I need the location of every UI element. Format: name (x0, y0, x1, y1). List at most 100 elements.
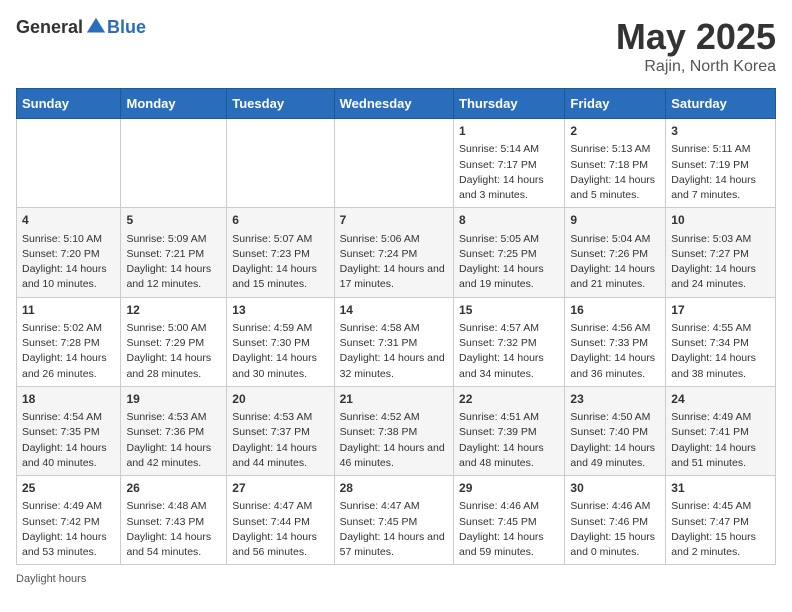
calendar-cell: 5 Sunrise: 5:09 AM Sunset: 7:21 PM Daylig… (121, 208, 227, 297)
calendar-cell (334, 119, 453, 208)
calendar-cell: 24Sunrise: 4:49 AM Sunset: 7:41 PM Dayli… (666, 386, 776, 475)
day-info: Sunrise: 5:00 AM Sunset: 7:29 PM Dayligh… (126, 321, 221, 382)
calendar-cell: 15Sunrise: 4:57 AM Sunset: 7:32 PM Dayli… (454, 297, 565, 386)
day-number: 7 (340, 212, 448, 229)
day-number: 4 (22, 212, 115, 229)
day-number: 29 (459, 480, 559, 497)
calendar-cell: 2 Sunrise: 5:13 AM Sunset: 7:18 PM Daylig… (565, 119, 666, 208)
day-info: Sunrise: 4:55 AM Sunset: 7:34 PM Dayligh… (671, 321, 770, 382)
calendar-cell: 17 Sunrise: 4:55 AM Sunset: 7:34 PM Dayli… (666, 297, 776, 386)
day-number: 12 (126, 302, 221, 319)
day-info: Sunrise: 4:51 AM Sunset: 7:39 PM Dayligh… (459, 410, 559, 471)
day-info: Sunrise: 4:53 AM Sunset: 7:37 PM Dayligh… (232, 410, 328, 471)
calendar-cell: 27 Sunrise: 4:47 AM Sunset: 7:44 PM Dayli… (227, 476, 334, 565)
day-info: Sunrise: 5:03 AM Sunset: 7:27 PM Dayligh… (671, 232, 770, 293)
day-info: Sunrise: 5:11 AM Sunset: 7:19 PM Dayligh… (671, 142, 770, 203)
day-info: Sunrise: 4:45 AM Sunset: 7:47 PM Dayligh… (671, 499, 770, 560)
day-info: Sunrise: 4:53 AM Sunset: 7:36 PM Dayligh… (126, 410, 221, 471)
calendar-cell: 8 Sunrise: 5:05 AM Sunset: 7:25 PM Daylig… (454, 208, 565, 297)
column-header-friday: Friday (565, 89, 666, 119)
calendar-cell: 20 Sunrise: 4:53 AM Sunset: 7:37 PM Dayli… (227, 386, 334, 475)
calendar-table: SundayMondayTuesdayWednesdayThursdayFrid… (16, 88, 776, 565)
calendar-cell: 26 Sunrise: 4:48 AM Sunset: 7:43 PM Dayli… (121, 476, 227, 565)
column-header-wednesday: Wednesday (334, 89, 453, 119)
day-info: Sunrise: 4:49 AM Sunset: 7:42 PM Dayligh… (22, 499, 115, 560)
day-info: Sunrise: 4:52 AM Sunset: 7:38 PM Dayligh… (340, 410, 448, 471)
day-info: Sunrise: 5:09 AM Sunset: 7:21 PM Dayligh… (126, 232, 221, 293)
day-number: 3 (671, 123, 770, 140)
day-info: Sunrise: 4:59 AM Sunset: 7:30 PM Dayligh… (232, 321, 328, 382)
day-number: 9 (570, 212, 660, 229)
day-number: 24 (671, 391, 770, 408)
calendar-week-row: 25 Sunrise: 4:49 AM Sunset: 7:42 PM Dayli… (17, 476, 776, 565)
day-number: 8 (459, 212, 559, 229)
day-info: Sunrise: 4:54 AM Sunset: 7:35 PM Dayligh… (22, 410, 115, 471)
calendar-cell (121, 119, 227, 208)
calendar-cell: 22 Sunrise: 4:51 AM Sunset: 7:39 PM Dayli… (454, 386, 565, 475)
day-number: 18 (22, 391, 115, 408)
day-info: Sunrise: 5:05 AM Sunset: 7:25 PM Dayligh… (459, 232, 559, 293)
day-info: Sunrise: 5:04 AM Sunset: 7:26 PM Dayligh… (570, 232, 660, 293)
calendar-cell: 16Sunrise: 4:56 AM Sunset: 7:33 PM Dayli… (565, 297, 666, 386)
day-info: Sunrise: 4:47 AM Sunset: 7:44 PM Dayligh… (232, 499, 328, 560)
calendar-cell: 1 Sunrise: 5:14 AM Sunset: 7:17 PM Daylig… (454, 119, 565, 208)
day-info: Sunrise: 5:14 AM Sunset: 7:17 PM Dayligh… (459, 142, 559, 203)
day-info: Sunrise: 5:07 AM Sunset: 7:23 PM Dayligh… (232, 232, 328, 293)
day-number: 26 (126, 480, 221, 497)
day-number: 13 (232, 302, 328, 319)
day-number: 15 (459, 302, 559, 319)
calendar-cell: 21Sunrise: 4:52 AM Sunset: 7:38 PM Dayli… (334, 386, 453, 475)
calendar-cell: 25 Sunrise: 4:49 AM Sunset: 7:42 PM Dayli… (17, 476, 121, 565)
calendar-cell: 3 Sunrise: 5:11 AM Sunset: 7:19 PM Daylig… (666, 119, 776, 208)
calendar-cell: 30Sunrise: 4:46 AM Sunset: 7:46 PM Dayli… (565, 476, 666, 565)
column-header-tuesday: Tuesday (227, 89, 334, 119)
day-info: Sunrise: 5:06 AM Sunset: 7:24 PM Dayligh… (340, 232, 448, 293)
day-number: 11 (22, 302, 115, 319)
calendar-cell: 19Sunrise: 4:53 AM Sunset: 7:36 PM Dayli… (121, 386, 227, 475)
day-number: 16 (570, 302, 660, 319)
calendar-week-row: 18 Sunrise: 4:54 AM Sunset: 7:35 PM Dayli… (17, 386, 776, 475)
calendar-week-row: 1 Sunrise: 5:14 AM Sunset: 7:17 PM Daylig… (17, 119, 776, 208)
logo-general-text: General (16, 17, 83, 38)
month-title: May 2025 (616, 16, 776, 58)
daylight-label: Daylight hours (16, 573, 86, 585)
calendar-cell: 4Sunrise: 5:10 AM Sunset: 7:20 PM Daylig… (17, 208, 121, 297)
calendar-cell: 9 Sunrise: 5:04 AM Sunset: 7:26 PM Daylig… (565, 208, 666, 297)
calendar-cell: 28Sunrise: 4:47 AM Sunset: 7:45 PM Dayli… (334, 476, 453, 565)
calendar-week-row: 11Sunrise: 5:02 AM Sunset: 7:28 PM Dayli… (17, 297, 776, 386)
page-header: General Blue May 2025 Rajin, North Korea (16, 16, 776, 76)
day-number: 6 (232, 212, 328, 229)
day-info: Sunrise: 4:46 AM Sunset: 7:45 PM Dayligh… (459, 499, 559, 560)
calendar-cell: 10 Sunrise: 5:03 AM Sunset: 7:27 PM Dayli… (666, 208, 776, 297)
calendar-cell: 12 Sunrise: 5:00 AM Sunset: 7:29 PM Dayli… (121, 297, 227, 386)
day-number: 17 (671, 302, 770, 319)
day-number: 1 (459, 123, 559, 140)
day-info: Sunrise: 4:48 AM Sunset: 7:43 PM Dayligh… (126, 499, 221, 560)
day-number: 22 (459, 391, 559, 408)
calendar-cell (17, 119, 121, 208)
day-number: 25 (22, 480, 115, 497)
title-block: May 2025 Rajin, North Korea (616, 16, 776, 76)
footer: Daylight hours (16, 573, 776, 585)
column-header-monday: Monday (121, 89, 227, 119)
day-info: Sunrise: 5:13 AM Sunset: 7:18 PM Dayligh… (570, 142, 660, 203)
logo-icon (85, 16, 107, 38)
column-header-saturday: Saturday (666, 89, 776, 119)
day-number: 20 (232, 391, 328, 408)
logo: General Blue (16, 16, 146, 38)
day-info: Sunrise: 4:47 AM Sunset: 7:45 PM Dayligh… (340, 499, 448, 560)
column-header-thursday: Thursday (454, 89, 565, 119)
day-info: Sunrise: 4:50 AM Sunset: 7:40 PM Dayligh… (570, 410, 660, 471)
calendar-header-row: SundayMondayTuesdayWednesdayThursdayFrid… (17, 89, 776, 119)
day-number: 5 (126, 212, 221, 229)
calendar-cell: 31 Sunrise: 4:45 AM Sunset: 7:47 PM Dayli… (666, 476, 776, 565)
day-number: 10 (671, 212, 770, 229)
day-number: 14 (340, 302, 448, 319)
day-info: Sunrise: 4:58 AM Sunset: 7:31 PM Dayligh… (340, 321, 448, 382)
calendar-cell: 13 Sunrise: 4:59 AM Sunset: 7:30 PM Dayli… (227, 297, 334, 386)
day-number: 30 (570, 480, 660, 497)
day-number: 2 (570, 123, 660, 140)
day-number: 27 (232, 480, 328, 497)
location-title: Rajin, North Korea (616, 58, 776, 76)
day-number: 31 (671, 480, 770, 497)
